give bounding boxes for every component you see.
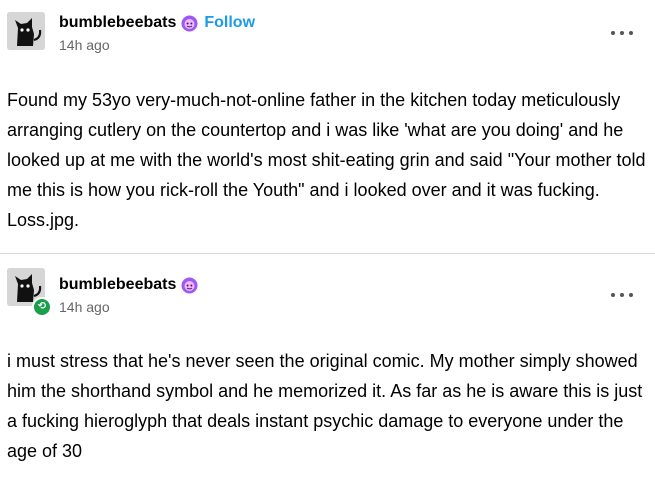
reblog-icon: ⟲ [32,297,52,317]
more-options-icon[interactable] [611,28,633,38]
username[interactable]: bumblebeebats [59,276,176,294]
purple-face-badge-icon [181,277,198,294]
username[interactable]: bumblebeebats [59,14,176,32]
follow-button[interactable]: Follow [204,14,255,32]
timestamp[interactable]: 14h ago [59,299,198,315]
post-body: i must stress that he's never seen the o… [7,351,643,461]
post-header: bumblebeebats Follow 14h ago [59,13,255,53]
timestamp[interactable]: 14h ago [59,37,255,53]
purple-face-badge-icon [181,15,198,32]
post-header: bumblebeebats 14h ago [59,275,198,315]
cat-avatar-icon [7,12,45,50]
avatar[interactable] [7,12,45,50]
more-options-icon[interactable] [611,290,633,300]
name-row: bumblebeebats Follow [59,13,255,33]
name-row: bumblebeebats [59,275,198,295]
post-body: Found my 53yo very-much-not-online fathe… [7,90,646,230]
post-original: bumblebeebats Follow 14h ago Found my 53… [0,0,655,254]
post-reblog: ⟲ bumblebeebats 14h ago i must stress th… [0,254,655,483]
